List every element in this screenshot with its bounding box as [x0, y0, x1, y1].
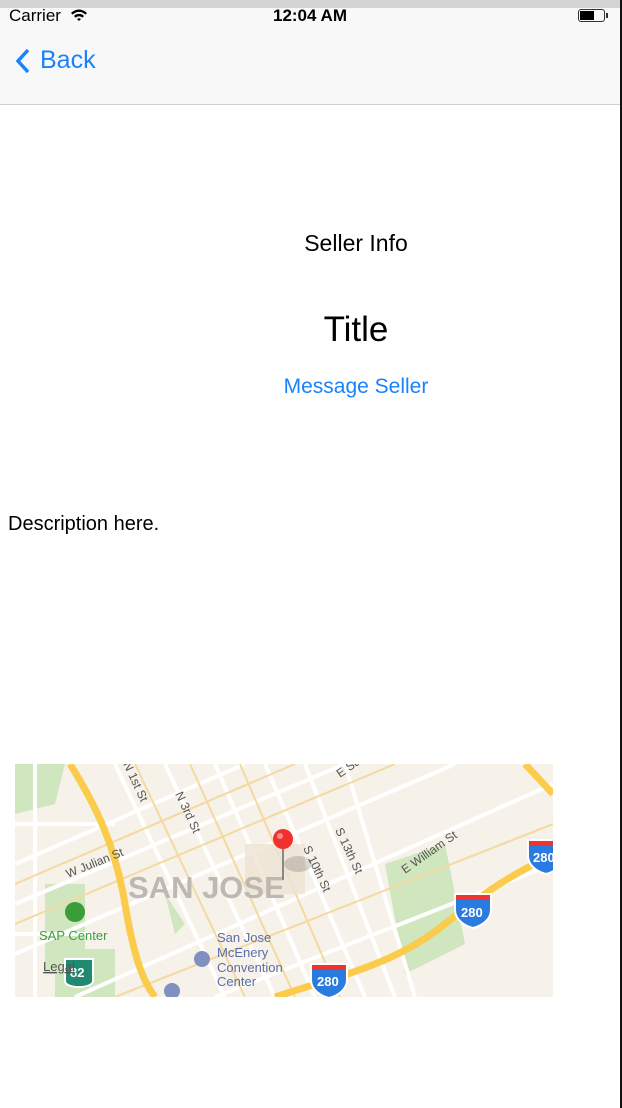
page-title: Title — [323, 310, 389, 349]
back-label: Back — [40, 46, 96, 74]
back-button[interactable]: Back — [16, 46, 96, 75]
section-label: Seller Info — [304, 230, 408, 256]
svg-text:280: 280 — [317, 974, 339, 989]
message-seller-button[interactable]: Message Seller — [200, 375, 512, 399]
poi-label: San Jose — [217, 930, 271, 945]
legal-link[interactable]: Legal — [43, 959, 75, 974]
poi-label-sap-center: SAP Center — [39, 928, 108, 943]
svg-text:280: 280 — [533, 850, 553, 865]
sap-center-icon — [65, 902, 85, 922]
convention-center-icon — [194, 951, 210, 967]
map-view[interactable]: SAN JOSE N 1st St N 3rd St W Julian St S… — [15, 764, 553, 997]
battery-icon — [578, 9, 608, 22]
poi-label: Convention — [217, 960, 283, 975]
poi-label: McEnery — [217, 945, 269, 960]
chevron-left-icon — [16, 48, 30, 73]
museum-icon — [164, 983, 180, 997]
street-label: N 3rd St — [172, 789, 204, 835]
status-time: 12:04 AM — [272, 6, 347, 25]
description-text: Description here. — [8, 513, 160, 535]
city-label: SAN JOSE — [128, 870, 285, 905]
svg-text:280: 280 — [461, 905, 483, 920]
interstate-shield-icon: 280 — [310, 963, 348, 997]
poi-label: Center — [217, 974, 257, 989]
